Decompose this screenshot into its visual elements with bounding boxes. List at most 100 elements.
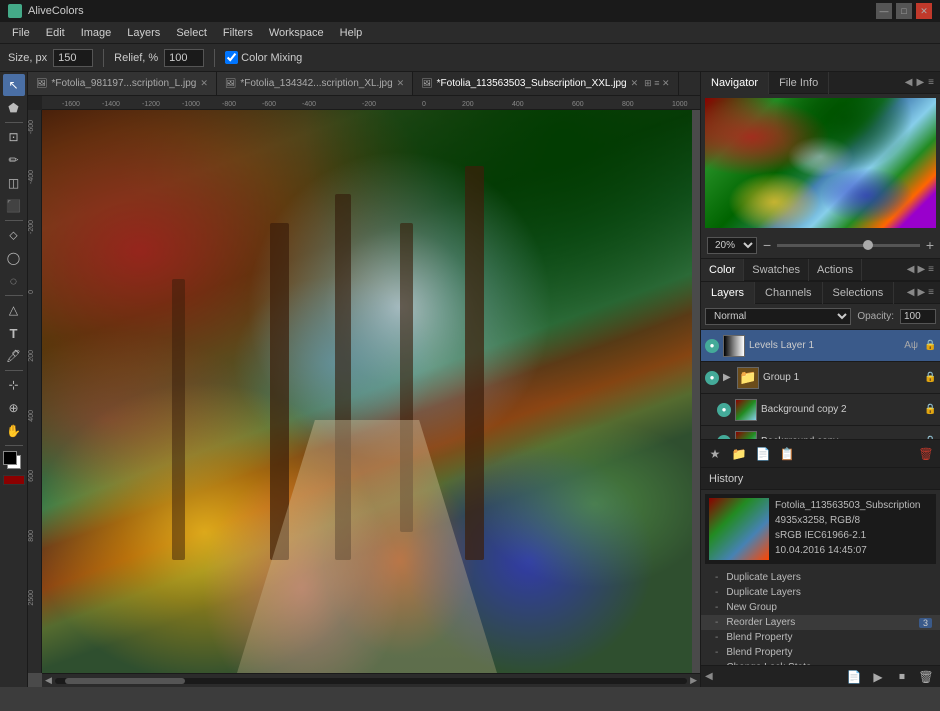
history-new-btn[interactable]: 📄: [844, 668, 864, 686]
canvas-hscrollbar[interactable]: ◀ ▶: [42, 673, 700, 687]
pen-tool-btn[interactable]: 🖊: [3, 345, 25, 367]
scroll-thumb[interactable]: [65, 678, 185, 684]
history-item-0[interactable]: Duplicate Layers: [701, 570, 940, 585]
color-arrow-left[interactable]: ◀: [907, 264, 915, 275]
color-swatch[interactable]: [3, 475, 25, 485]
menu-select[interactable]: Select: [168, 25, 215, 41]
opacity-input[interactable]: [900, 309, 936, 324]
zoom-minus-btn[interactable]: −: [763, 237, 771, 253]
tab-2-close[interactable]: ✕: [397, 78, 405, 89]
color-mixing-checkbox[interactable]: [225, 51, 238, 64]
gradient-tool-btn[interactable]: ⬦: [3, 224, 25, 246]
delete-layer-btn[interactable]: 🗑: [916, 444, 936, 464]
navigator-tab[interactable]: Navigator: [701, 72, 769, 94]
visibility-levels[interactable]: [705, 339, 719, 353]
layer-lock-bg-copy2[interactable]: 🔒: [924, 404, 936, 415]
add-layer-btn[interactable]: ★: [705, 444, 725, 464]
layer-lock-group1[interactable]: 🔒: [924, 372, 936, 383]
visibility-bg-copy2[interactable]: [717, 403, 731, 417]
tab-1-close[interactable]: ✕: [200, 78, 208, 89]
minimize-button[interactable]: —: [876, 3, 892, 19]
text-tool-btn[interactable]: T: [3, 322, 25, 344]
zoom-tool-btn[interactable]: ⊕: [3, 397, 25, 419]
fg-color-box[interactable]: [3, 451, 17, 465]
history-prev-btn[interactable]: ◀: [705, 671, 713, 682]
navigator-preview[interactable]: [705, 98, 936, 228]
tab-3[interactable]: 🖼 *Fotolia_113563503_Subscription_XXL.jp…: [413, 72, 678, 96]
swatches-tab[interactable]: Swatches: [744, 259, 809, 281]
layer-lock-levels[interactable]: 🔒: [924, 340, 936, 351]
color-arrow-right[interactable]: ▶: [917, 264, 925, 275]
canvas-image[interactable]: [42, 110, 692, 673]
layer-group1[interactable]: ▶ 📁 Group 1 🔒: [701, 362, 940, 394]
app-icon: [8, 4, 22, 18]
zoom-plus-btn[interactable]: +: [926, 237, 934, 253]
color-menu-btn[interactable]: ≡: [928, 264, 934, 275]
crop-tool-btn[interactable]: ⊡: [3, 126, 25, 148]
menu-filters[interactable]: Filters: [215, 25, 261, 41]
layer-bg-copy[interactable]: Background copy 🔒: [701, 426, 940, 439]
brush-tool-btn[interactable]: ✏: [3, 149, 25, 171]
menu-file[interactable]: File: [4, 25, 38, 41]
panel-arrow-left[interactable]: ◀: [905, 77, 913, 88]
menu-help[interactable]: Help: [332, 25, 371, 41]
lasso-tool-btn[interactable]: ⬟: [3, 97, 25, 119]
transform-tool-btn[interactable]: △: [3, 299, 25, 321]
zoom-thumb[interactable]: [863, 240, 873, 250]
dodge-tool-btn[interactable]: ◯: [3, 247, 25, 269]
relief-input[interactable]: [164, 49, 204, 67]
file-info-tab[interactable]: File Info: [769, 72, 829, 94]
add-folder-btn[interactable]: 📁: [729, 444, 749, 464]
canvas-area[interactable]: -1600 -1400 -1200 -1000 -800 -600 -400 -…: [28, 96, 700, 687]
history-item-4[interactable]: Blend Property: [701, 630, 940, 645]
select-tool-btn[interactable]: ↖: [3, 74, 25, 96]
blur-tool-btn[interactable]: ◌: [3, 270, 25, 292]
panel-menu-btn[interactable]: ≡: [928, 77, 934, 88]
tab-1[interactable]: 🖼 *Fotolia_981197...scription_L.jpg ✕: [28, 72, 217, 96]
history-stop-btn[interactable]: ⏹: [892, 668, 912, 686]
menu-workspace[interactable]: Workspace: [261, 25, 332, 41]
history-item-5[interactable]: Blend Property: [701, 645, 940, 660]
size-input[interactable]: [53, 49, 93, 67]
channels-tab[interactable]: Channels: [755, 282, 822, 304]
history-delete-btn[interactable]: 🗑: [916, 668, 936, 686]
tab-2[interactable]: 🖼 *Fotolia_134342...scription_XL.jpg ✕: [217, 72, 413, 96]
blend-mode-select[interactable]: Normal Multiply Screen: [705, 308, 851, 325]
zoom-slider[interactable]: [777, 244, 920, 247]
window-controls[interactable]: — □ ✕: [876, 3, 932, 19]
scroll-left-btn[interactable]: ◀: [42, 675, 55, 686]
eyedropper-tool-btn[interactable]: ⊹: [3, 374, 25, 396]
history-item-2[interactable]: New Group: [701, 600, 940, 615]
layers-arrow-right[interactable]: ▶: [917, 287, 925, 298]
menu-edit[interactable]: Edit: [38, 25, 73, 41]
color-mixing-label[interactable]: Color Mixing: [225, 51, 302, 64]
color-boxes[interactable]: [3, 451, 25, 473]
menu-layers[interactable]: Layers: [119, 25, 168, 41]
history-item-3[interactable]: Reorder Layers 3: [701, 615, 940, 630]
close-button[interactable]: ✕: [916, 3, 932, 19]
menu-image[interactable]: Image: [73, 25, 120, 41]
history-item-1[interactable]: Duplicate Layers: [701, 585, 940, 600]
layers-arrow-left[interactable]: ◀: [907, 287, 915, 298]
layers-tab[interactable]: Layers: [701, 282, 755, 304]
history-play-btn[interactable]: ▶: [868, 668, 888, 686]
layer-levels[interactable]: Levels Layer 1 Aψ 🔒: [701, 330, 940, 362]
layer-bg-copy2[interactable]: Background copy 2 🔒: [701, 394, 940, 426]
group-expand-icon[interactable]: ▶: [723, 372, 733, 383]
hand-tool-btn[interactable]: ✋: [3, 420, 25, 442]
layers-menu-btn[interactable]: ≡: [928, 287, 934, 298]
visibility-group1[interactable]: [705, 371, 719, 385]
eraser-tool-btn[interactable]: ◫: [3, 172, 25, 194]
color-tab[interactable]: Color: [701, 259, 744, 281]
selections-tab[interactable]: Selections: [823, 282, 895, 304]
actions-tab[interactable]: Actions: [809, 259, 862, 281]
tab-3-close[interactable]: ✕: [631, 78, 639, 89]
zoom-select[interactable]: 20% 10% 50% 100%: [707, 237, 757, 254]
panel-arrow-right[interactable]: ▶: [916, 77, 924, 88]
fill-tool-btn[interactable]: ⬛: [3, 195, 25, 217]
duplicate-layer-btn[interactable]: 📄: [753, 444, 773, 464]
layer-file-btn[interactable]: 📋: [777, 444, 797, 464]
scroll-right-btn[interactable]: ▶: [687, 675, 700, 686]
scroll-track[interactable]: [55, 678, 687, 684]
maximize-button[interactable]: □: [896, 3, 912, 19]
